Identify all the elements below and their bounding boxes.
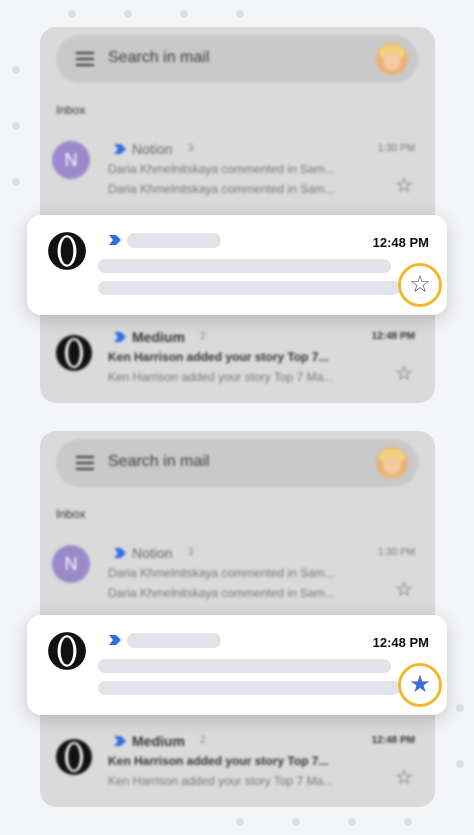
inbox-label: Inbox [56, 507, 86, 521]
search-bar[interactable]: Search in mail [56, 439, 418, 487]
email-time: 1:30 PM [377, 547, 415, 558]
medium-logo-icon [56, 739, 92, 775]
email-row-medium[interactable]: Medium 2 12:48 PM Ken Harrison added you… [40, 727, 435, 791]
email-subject: Ken Harrison added your story Top 7... [108, 754, 329, 768]
decor-dot [180, 10, 188, 18]
highlighted-email-card-starred[interactable]: 12:48 PM ★ [27, 615, 447, 715]
importance-marker-icon [114, 144, 126, 154]
thread-count: 2 [200, 735, 206, 746]
search-placeholder: Search in mail [108, 453, 210, 470]
sender-avatar: N [52, 141, 90, 179]
star-filled-icon: ★ [409, 671, 431, 698]
subject-placeholder [98, 259, 391, 273]
medium-logo-icon [56, 335, 92, 371]
email-row-notion[interactable]: N Notion 3 1:30 PM Daria Khmelnitskaya c… [40, 135, 435, 199]
account-avatar[interactable] [376, 43, 408, 75]
account-avatar[interactable] [376, 447, 408, 479]
subject-placeholder [98, 659, 391, 673]
snippet-placeholder [98, 281, 400, 295]
star-toggle-button[interactable]: ☆ [398, 263, 442, 307]
email-snippet: Daria Khmelnitskaya commented in Sam... [108, 182, 335, 196]
decor-dot [348, 818, 356, 826]
email-time: 12:48 PM [372, 635, 429, 650]
thread-count: 2 [200, 331, 206, 342]
decor-dot [236, 10, 244, 18]
decor-dot [404, 818, 412, 826]
email-row-medium[interactable]: Medium 2 12:48 PM Ken Harrison added you… [40, 323, 435, 387]
medium-logo-icon [48, 632, 86, 670]
star-icon[interactable]: ☆ [395, 580, 413, 600]
sender-name: Notion [132, 141, 173, 157]
decor-dot [456, 760, 464, 768]
decor-dot [12, 66, 20, 74]
email-subject: Daria Khmelnitskaya commented in Sam... [108, 162, 335, 176]
decor-dot [236, 818, 244, 826]
importance-marker-icon [114, 332, 126, 342]
importance-marker-icon [114, 736, 126, 746]
sender-name: Medium [132, 733, 185, 749]
star-icon[interactable]: ☆ [395, 768, 413, 788]
email-subject: Ken Harrison added your story Top 7... [108, 350, 329, 364]
star-icon[interactable]: ☆ [395, 176, 413, 196]
email-time: 12:48 PM [372, 235, 429, 250]
thread-count: 3 [188, 143, 194, 154]
email-time: 12:48 PM [371, 331, 415, 342]
decor-dot [12, 178, 20, 186]
thread-count: 3 [188, 547, 194, 558]
sender-placeholder [127, 233, 221, 248]
medium-logo-icon [48, 232, 86, 270]
email-snippet: Daria Khmelnitskaya commented in Sam... [108, 586, 335, 600]
sender-placeholder [127, 633, 221, 648]
snippet-placeholder [98, 681, 400, 695]
sender-avatar: N [52, 545, 90, 583]
sender-name: Medium [132, 329, 185, 345]
star-outline-icon: ☆ [409, 271, 431, 298]
search-bar[interactable]: Search in mail [56, 35, 418, 83]
star-toggle-button[interactable]: ★ [398, 663, 442, 707]
sender-name: Notion [132, 545, 173, 561]
decor-dot [12, 122, 20, 130]
email-time: 12:48 PM [371, 735, 415, 746]
email-snippet: Ken Harrison added your story Top 7 Ma..… [108, 370, 334, 384]
importance-marker-icon [114, 548, 126, 558]
highlighted-email-card-unstarred[interactable]: 12:48 PM ☆ [27, 215, 447, 315]
hamburger-menu-icon[interactable] [76, 456, 94, 470]
decor-dot [292, 818, 300, 826]
inbox-label: Inbox [56, 103, 86, 117]
decor-dot [68, 10, 76, 18]
decor-dot [124, 10, 132, 18]
importance-marker-icon [109, 635, 121, 645]
email-row-notion[interactable]: N Notion 3 1:30 PM Daria Khmelnitskaya c… [40, 539, 435, 603]
email-time: 1:30 PM [377, 143, 415, 154]
email-snippet: Ken Harrison added your story Top 7 Ma..… [108, 774, 334, 788]
search-placeholder: Search in mail [108, 49, 210, 66]
decor-dot [456, 704, 464, 712]
hamburger-menu-icon[interactable] [76, 52, 94, 66]
email-subject: Daria Khmelnitskaya commented in Sam... [108, 566, 335, 580]
importance-marker-icon [109, 235, 121, 245]
star-icon[interactable]: ☆ [395, 364, 413, 384]
